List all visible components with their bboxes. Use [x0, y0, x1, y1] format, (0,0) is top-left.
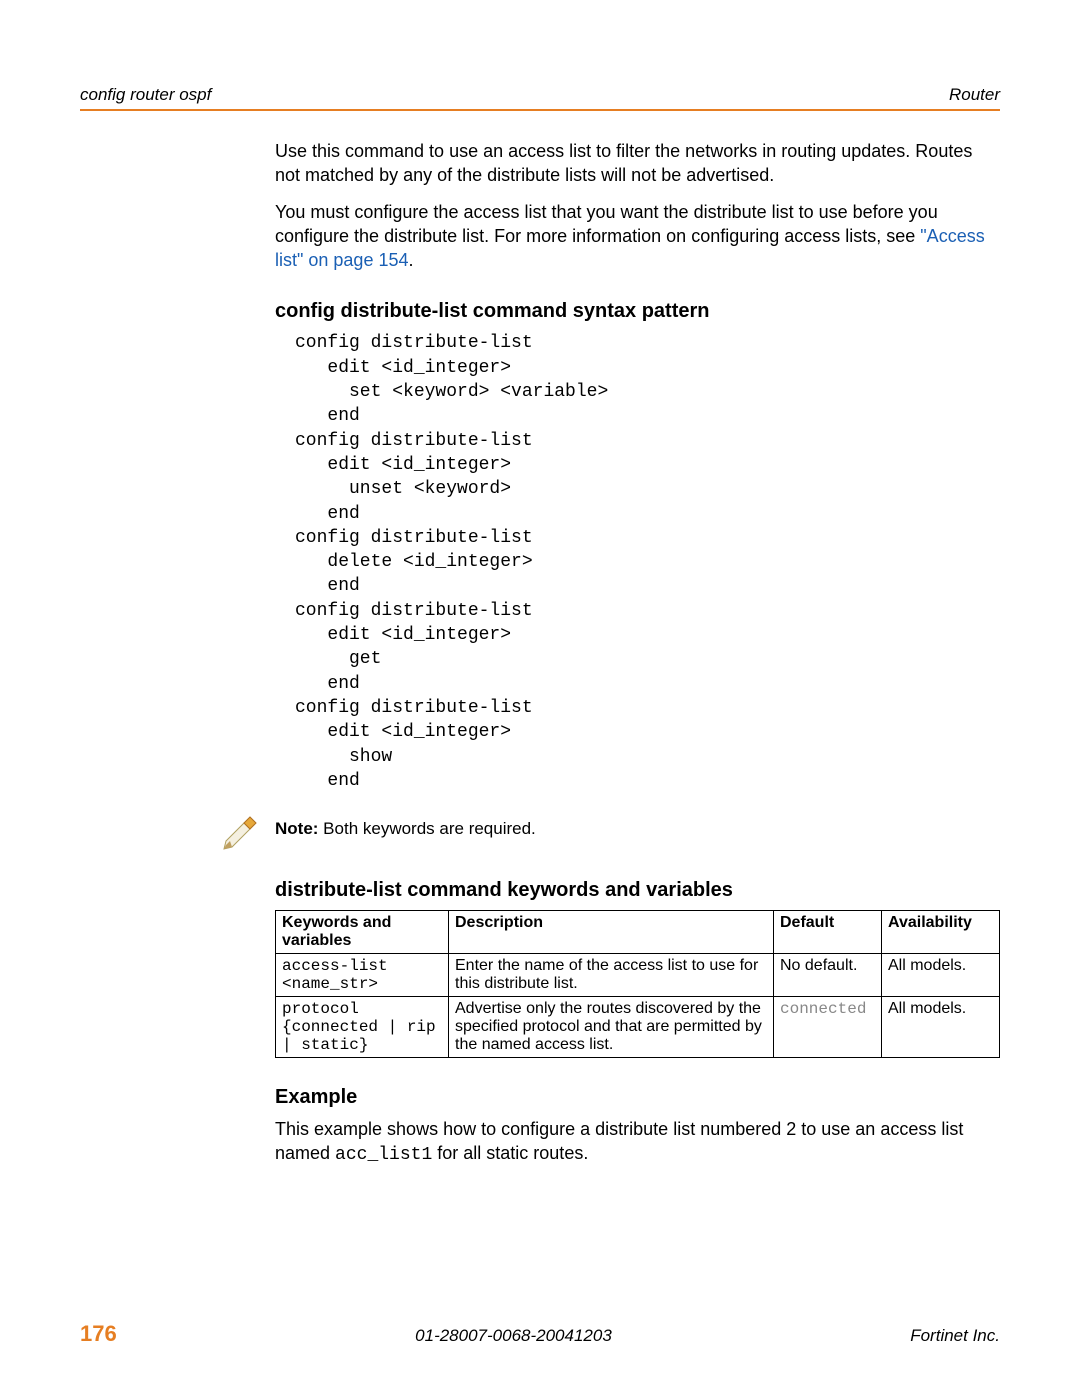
th-description: Description	[449, 911, 774, 954]
intro-para-2b: .	[409, 250, 414, 270]
th-availability: Availability	[882, 911, 1000, 954]
page-number: 176	[80, 1321, 117, 1347]
cell-def: No default.	[774, 954, 882, 997]
th-default: Default	[774, 911, 882, 954]
table-header-row: Keywords and variables Description Defau…	[276, 911, 1000, 954]
example-heading: Example	[275, 1086, 1000, 1109]
table-row: access-list <name_str> Enter the name of…	[276, 954, 1000, 997]
note-label: Note:	[275, 819, 318, 838]
cell-kw: protocol {connected | rip | static}	[276, 997, 449, 1058]
th-keywords: Keywords and variables	[276, 911, 449, 954]
keywords-table: Keywords and variables Description Defau…	[275, 910, 1000, 1058]
cell-desc: Advertise only the routes discovered by …	[449, 997, 774, 1058]
cell-avail: All models.	[882, 954, 1000, 997]
cell-desc: Enter the name of the access list to use…	[449, 954, 774, 997]
intro-para-1: Use this command to use an access list t…	[275, 139, 1000, 188]
table-row: protocol {connected | rip | static} Adve…	[276, 997, 1000, 1058]
note-block: Note: Both keywords are required.	[220, 811, 1000, 851]
cell-avail: All models.	[882, 997, 1000, 1058]
header-right: Router	[949, 85, 1000, 105]
cell-def: connected	[774, 997, 882, 1058]
syntax-code-block: config distribute-list edit <id_integer>…	[295, 331, 1000, 793]
vendor-name: Fortinet Inc.	[910, 1326, 1000, 1346]
example-text-b: for all static routes.	[432, 1143, 588, 1163]
note-body: Both keywords are required.	[318, 819, 535, 838]
example-code: acc_list1	[335, 1145, 432, 1165]
doc-id: 01-28007-0068-20041203	[415, 1326, 612, 1346]
intro-para-2a: You must configure the access list that …	[275, 202, 938, 246]
page-header: config router ospf Router	[80, 85, 1000, 111]
cell-kw: access-list <name_str>	[276, 954, 449, 997]
note-text: Note: Both keywords are required.	[275, 811, 536, 839]
intro-para-2: You must configure the access list that …	[275, 200, 1000, 273]
syntax-heading: config distribute-list command syntax pa…	[275, 300, 1000, 323]
table-heading: distribute-list command keywords and var…	[275, 879, 1000, 902]
header-left: config router ospf	[80, 85, 211, 105]
example-para: This example shows how to configure a di…	[275, 1117, 1000, 1168]
page-footer: 176 01-28007-0068-20041203 Fortinet Inc.	[80, 1321, 1000, 1347]
note-icon	[220, 811, 260, 851]
